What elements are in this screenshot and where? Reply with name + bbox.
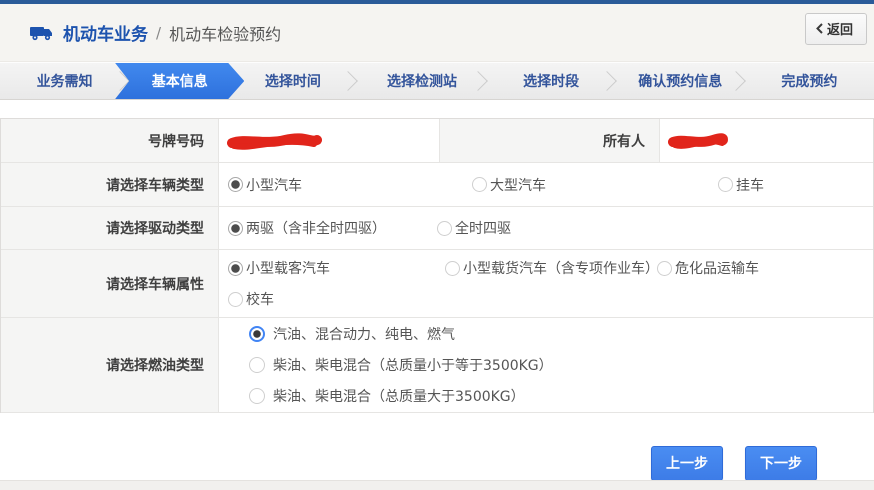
radio-label: 挂车 [736,175,764,195]
fuel-type-label: 请选择燃油类型 [1,318,219,412]
next-step-button[interactable]: 下一步 [745,446,817,481]
radio-icon [657,261,672,276]
radio-option-diesel-under-3500kg[interactable]: 柴油、柴电混合（总质量小于等于3500KG） [219,355,553,375]
table-row-fuel-type: 请选择燃油类型 汽油、混合动力、纯电、燃气 柴油、柴电混合（总质量小于等于350… [1,318,873,413]
radio-icon [718,177,733,192]
radio-selected-icon [228,177,243,192]
breadcrumb-section[interactable]: 机动车业务 [63,20,148,45]
radio-label: 两驱（含非全时四驱） [246,218,386,238]
radio-selected-icon [228,261,243,276]
table-row-vehicle-type: 请选择车辆类型 小型汽车 大型汽车 挂车 [1,163,873,207]
breadcrumb-separator: / [156,24,161,42]
vehicle-type-label: 请选择车辆类型 [1,163,219,206]
radio-option-gasoline-hybrid-electric-gas[interactable]: 汽油、混合动力、纯电、燃气 [219,324,455,344]
back-button[interactable]: 返回 [805,13,867,45]
radio-option-full-time-4wd[interactable]: 全时四驱 [437,218,511,238]
table-row-vehicle-attribute: 请选择车辆属性 小型载客汽车 小型载货汽车（含专项作业车） 危化品运输车 [1,250,873,318]
table-row-plate-owner: 号牌号码 所有人 [1,119,873,163]
radio-option-school-bus[interactable]: 校车 [228,289,274,309]
radio-option-small-car[interactable]: 小型汽车 [228,175,472,195]
step-label: 确认预约信息 [638,71,722,91]
radio-icon [472,177,487,192]
form-footer: 上一步 下一步 [0,413,874,481]
vehicle-attribute-label: 请选择车辆属性 [1,250,219,317]
step-label: 完成预约 [781,71,837,91]
plate-number-value [219,119,440,162]
step-select-station[interactable]: 选择检测站 [357,63,486,99]
page-header: 机动车业务 / 机动车检验预约 返回 [0,4,874,62]
radio-icon [445,261,460,276]
radio-option-hazmat-transport[interactable]: 危化品运输车 [657,258,759,278]
radio-label: 小型载客汽车 [246,258,330,278]
previous-step-button[interactable]: 上一步 [651,446,723,481]
step-label: 选择时间 [265,71,321,91]
step-basic-info[interactable]: 基本信息 [115,63,244,99]
step-label: 选择检测站 [387,71,457,91]
step-select-slot[interactable]: 选择时段 [487,63,616,99]
radio-selected-icon [228,221,243,236]
radio-option-diesel-over-3500kg[interactable]: 柴油、柴电混合（总质量大于3500KG） [219,386,525,406]
step-confirm-info[interactable]: 确认预约信息 [616,63,745,99]
radio-label: 危化品运输车 [675,258,759,278]
red-scribble-redaction [668,129,728,153]
radio-label: 小型汽车 [246,175,302,195]
owner-value [660,119,873,162]
radio-selected-icon [249,326,265,342]
truck-icon [30,24,54,41]
chevron-left-icon [816,23,823,34]
radio-label: 校车 [246,289,274,309]
radio-option-two-wheel-drive[interactable]: 两驱（含非全时四驱） [228,218,437,238]
radio-label: 汽油、混合动力、纯电、燃气 [273,324,455,344]
step-service-notice[interactable]: 业务需知 [0,63,129,99]
progress-steps: 业务需知 基本信息 选择时间 选择检测站 选择时段 确认预约信息 完成预约 [0,62,874,100]
step-label: 业务需知 [37,71,93,91]
radio-icon [249,388,265,404]
table-row-drive-type: 请选择驱动类型 两驱（含非全时四驱） 全时四驱 [1,207,873,250]
basic-info-form: 号牌号码 所有人 请选择车辆类型 小型汽车 大型汽车 [0,118,874,413]
bottom-strip [0,480,874,490]
radio-icon [437,221,452,236]
step-label: 基本信息 [152,71,208,91]
page-title: 机动车检验预约 [169,21,281,45]
radio-label: 全时四驱 [455,218,511,238]
drive-type-label: 请选择驱动类型 [1,207,219,249]
radio-option-large-car[interactable]: 大型汽车 [472,175,718,195]
owner-label: 所有人 [440,119,660,162]
radio-icon [249,357,265,373]
radio-label: 柴油、柴电混合（总质量大于3500KG） [273,386,525,406]
back-button-label: 返回 [827,19,853,38]
radio-label: 大型汽车 [490,175,546,195]
radio-label: 小型载货汽车（含专项作业车） [463,258,659,278]
radio-option-small-cargo[interactable]: 小型载货汽车（含专项作业车） [445,258,657,278]
radio-option-small-passenger[interactable]: 小型载客汽车 [228,258,445,278]
step-complete[interactable]: 完成预约 [745,63,874,99]
red-scribble-redaction [227,129,322,153]
plate-number-label: 号牌号码 [1,119,219,162]
radio-label: 柴油、柴电混合（总质量小于等于3500KG） [273,355,553,375]
radio-icon [228,292,243,307]
step-label: 选择时段 [523,71,579,91]
radio-option-trailer[interactable]: 挂车 [718,175,764,195]
step-select-time[interactable]: 选择时间 [228,63,357,99]
